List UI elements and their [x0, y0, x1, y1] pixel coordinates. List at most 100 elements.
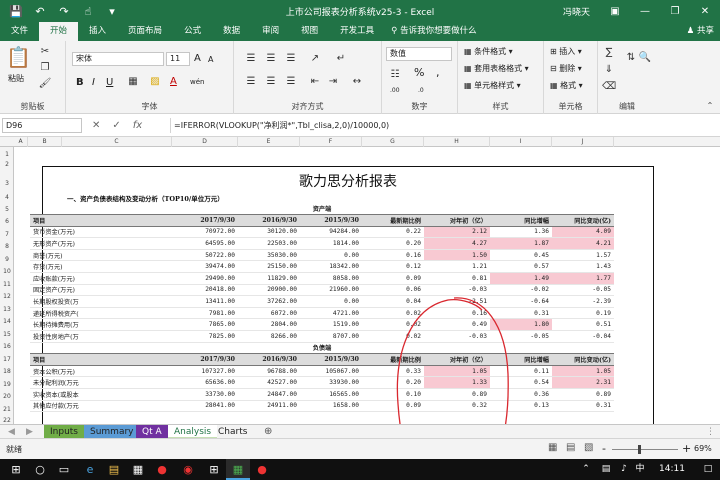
value-cell[interactable]: 0.20 [362, 376, 424, 389]
zoom-out-button[interactable]: - [602, 442, 606, 455]
table-header-cell[interactable]: 2016/9/30 [238, 214, 300, 227]
decrease-indent-icon[interactable]: ⇤ [308, 75, 322, 89]
row-label-cell[interactable]: 固定资产(万元) [30, 284, 172, 297]
save-icon[interactable]: 💾 [4, 5, 28, 18]
value-cell[interactable]: 0.31 [552, 400, 614, 413]
align-middle-icon[interactable]: ☰ [264, 52, 278, 66]
value-cell[interactable]: 1.36 [490, 226, 552, 239]
value-cell[interactable]: 94284.00 [300, 226, 362, 239]
value-cell[interactable]: -0.03 [424, 284, 490, 297]
row-label-cell[interactable]: 存货(万元) [30, 260, 172, 274]
value-cell[interactable]: 20418.00 [172, 284, 238, 297]
value-cell[interactable]: 0.33 [362, 365, 424, 378]
row-label-cell[interactable]: 应收账款(万元) [30, 272, 172, 285]
value-cell[interactable]: -0.05 [490, 330, 552, 343]
restore-icon[interactable]: ❐ [660, 0, 690, 22]
search-icon[interactable]: ○ [28, 459, 52, 480]
row-label-cell[interactable]: 资本公积(万元) [30, 365, 172, 378]
table-header-cell[interactable]: 2017/9/30 [172, 214, 238, 227]
value-cell[interactable]: 0.89 [552, 388, 614, 401]
copy-icon[interactable]: ❐ [38, 61, 52, 75]
value-cell[interactable]: 11829.00 [238, 272, 300, 285]
value-cell[interactable]: 96788.00 [238, 365, 300, 378]
border-icon[interactable]: ▦ [126, 75, 140, 89]
tab-file[interactable]: 文件 [0, 22, 39, 41]
value-cell[interactable]: 0.02 [362, 307, 424, 320]
sheet-tab-summary[interactable]: Summary [84, 425, 140, 439]
font-color-button[interactable]: A [170, 76, 177, 88]
app-icon[interactable]: ● [150, 459, 174, 480]
table-header-cell[interactable]: 2015/9/30 [300, 214, 362, 227]
undo-icon[interactable]: ↶ [28, 5, 52, 18]
page-layout-icon[interactable]: ▤ [566, 442, 575, 453]
value-cell[interactable]: 33930.00 [300, 376, 362, 389]
value-cell[interactable]: 0.06 [362, 284, 424, 297]
value-cell[interactable]: 1.21 [424, 260, 490, 274]
value-cell[interactable]: 21960.00 [300, 284, 362, 297]
value-cell[interactable]: 65636.00 [172, 376, 238, 389]
scroll-options-icon[interactable]: ⋮ [700, 425, 720, 439]
user-name[interactable]: 冯晓天 [563, 5, 590, 18]
table-header-cell[interactable]: 同比变动(亿) [552, 353, 614, 366]
value-cell[interactable]: -2.39 [552, 295, 614, 308]
zoom-slider-thumb[interactable] [638, 445, 641, 454]
value-cell[interactable]: 28041.00 [172, 400, 238, 413]
asset-section-row-label[interactable]: 资产端 [30, 203, 614, 216]
value-cell[interactable]: 0.32 [424, 400, 490, 413]
row-header[interactable]: 8 [0, 243, 14, 250]
value-cell[interactable]: -0.04 [552, 330, 614, 343]
column-header[interactable]: E [238, 137, 300, 147]
value-cell[interactable]: -0.03 [424, 330, 490, 343]
touch-mode-icon[interactable]: ☝ [76, 5, 100, 18]
browser-icon[interactable]: ● [250, 459, 274, 480]
row-label-cell[interactable]: 递延所得税资产( [30, 307, 172, 320]
value-cell[interactable]: 0.12 [362, 260, 424, 274]
row-header[interactable]: 4 [0, 194, 14, 201]
row-label-cell[interactable]: 商誉(万元) [30, 249, 172, 262]
value-cell[interactable]: 0.10 [362, 388, 424, 401]
value-cell[interactable]: 16565.00 [300, 388, 362, 401]
redo-icon[interactable]: ↷ [52, 5, 76, 18]
close-icon[interactable]: ✕ [690, 0, 720, 22]
cancel-icon[interactable]: ✕ [92, 118, 100, 133]
value-cell[interactable]: 4.21 [552, 237, 614, 250]
sheet-tab-charts[interactable]: Charts [212, 425, 253, 439]
share-button[interactable]: ♟ 共享 [687, 22, 714, 41]
value-cell[interactable]: 0.45 [490, 249, 552, 262]
value-cell[interactable]: 8266.00 [238, 330, 300, 343]
value-cell[interactable]: 37262.00 [238, 295, 300, 308]
value-cell[interactable]: 4.09 [552, 226, 614, 239]
value-cell[interactable]: 0.57 [490, 260, 552, 274]
value-cell[interactable]: 24847.00 [238, 388, 300, 401]
value-cell[interactable]: 39474.00 [172, 260, 238, 274]
dropdown-icon[interactable]: ▾ [100, 5, 124, 18]
scroll-right-icon[interactable]: ▶ [20, 425, 39, 439]
value-cell[interactable]: 2.31 [552, 376, 614, 389]
phonetic-button[interactable]: wén [190, 76, 204, 88]
value-cell[interactable]: 7825.00 [172, 330, 238, 343]
column-header[interactable]: C [62, 137, 172, 147]
tab-view[interactable]: 视图 [290, 22, 329, 41]
value-cell[interactable]: 8707.00 [300, 330, 362, 343]
start-icon[interactable]: ⊞ [4, 459, 28, 480]
report-title[interactable]: 歌力思分析报表 [43, 171, 653, 191]
section-heading[interactable]: 一、资产负债表结构及变动分析（TOP10/单位万元） [67, 193, 224, 203]
column-header[interactable]: G [362, 137, 424, 147]
excel-taskbar-icon[interactable]: ▦ [226, 459, 250, 480]
minimize-icon[interactable]: — [630, 0, 660, 22]
value-cell[interactable]: 1814.00 [300, 237, 362, 250]
grow-font-icon[interactable]: A [194, 53, 201, 65]
value-cell[interactable]: 0.16 [362, 249, 424, 262]
column-header[interactable]: F [300, 137, 362, 147]
value-cell[interactable]: 0.09 [362, 400, 424, 413]
paste-icon[interactable]: 📋 [6, 45, 31, 69]
value-cell[interactable]: 29490.00 [172, 272, 238, 285]
format-painter-icon[interactable]: 🖌 [38, 77, 52, 91]
percent-button[interactable]: % [414, 67, 424, 79]
row-header[interactable]: 9 [0, 256, 14, 263]
notifications-icon[interactable]: □ [696, 459, 720, 480]
increase-indent-icon[interactable]: ⇥ [326, 75, 340, 89]
cut-icon[interactable]: ✂ [38, 45, 52, 59]
value-cell[interactable]: 0.13 [490, 400, 552, 413]
value-cell[interactable]: 1.77 [552, 272, 614, 285]
